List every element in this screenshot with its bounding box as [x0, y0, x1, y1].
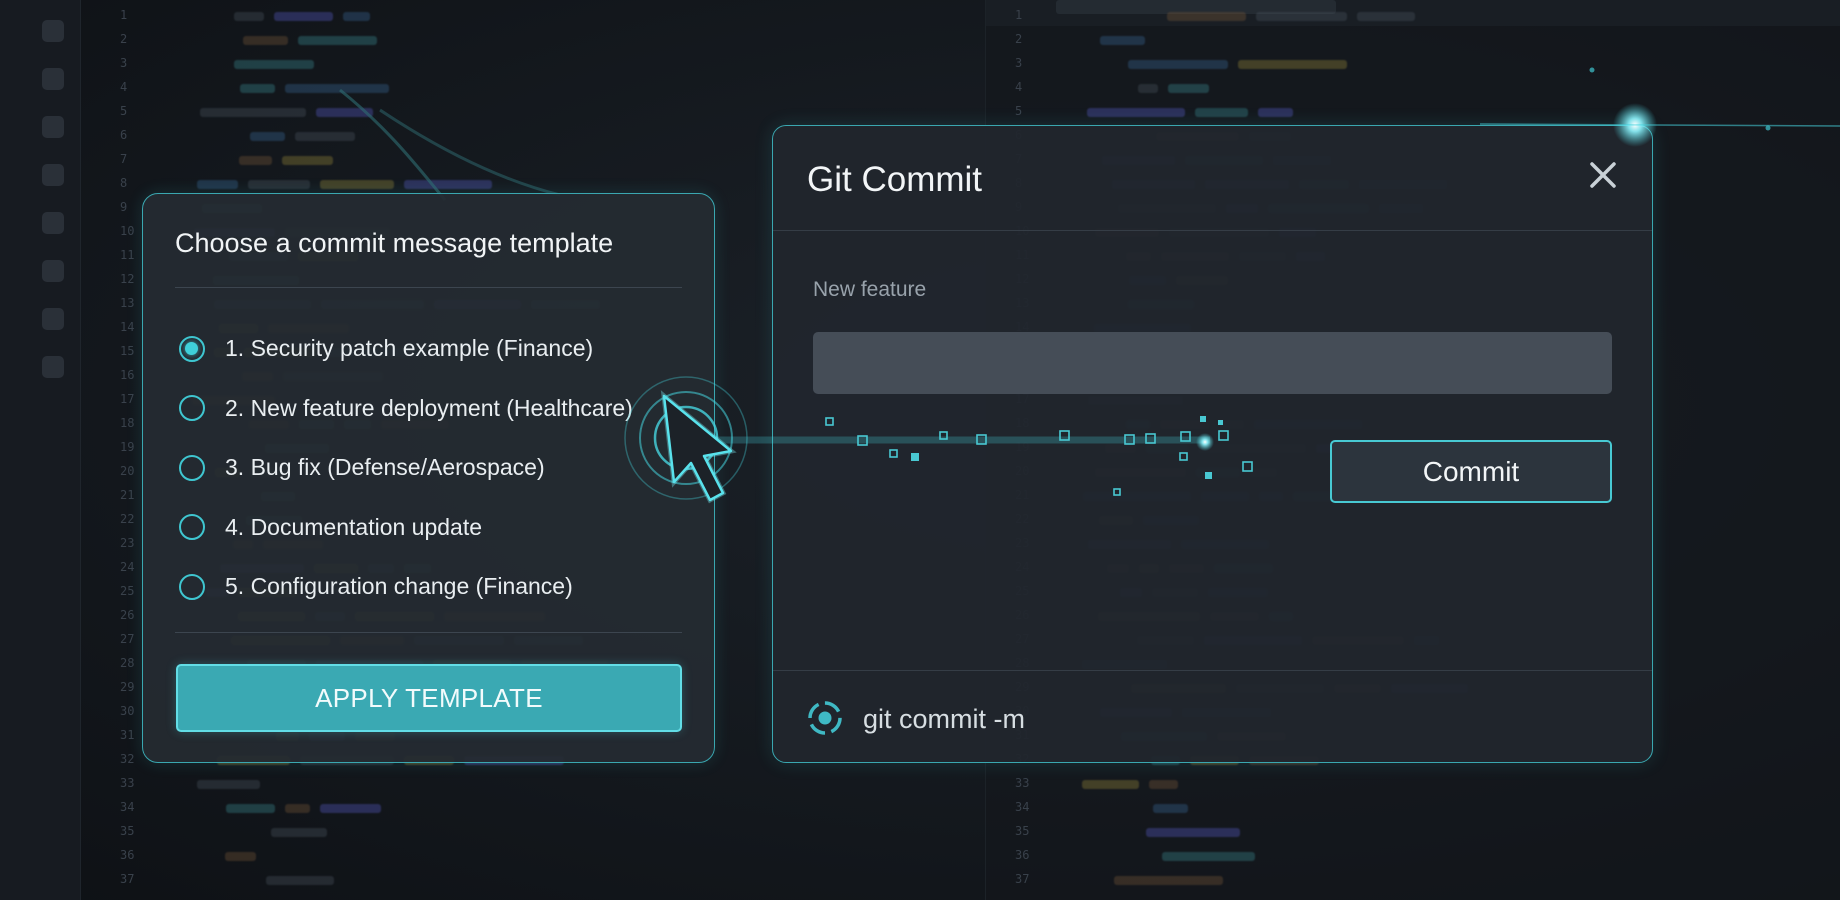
template-option-label: 2. New feature deployment (Healthcare)	[225, 394, 633, 421]
code-line-placeholder	[1100, 36, 1145, 45]
code-line-placeholder	[1146, 828, 1240, 837]
commit-message-input[interactable]	[813, 332, 1612, 394]
code-line-placeholder	[271, 828, 327, 837]
divider	[773, 230, 1652, 231]
template-option-4[interactable]: 4. Documentation update	[179, 498, 689, 558]
template-option-label: 5. Configuration change (Finance)	[225, 573, 573, 600]
template-option-label: 4. Documentation update	[225, 513, 483, 540]
divider	[175, 632, 682, 633]
template-option-label: 1. Security patch example (Finance)	[225, 335, 594, 362]
extensions-icon	[42, 212, 64, 234]
code-line-placeholder	[1087, 108, 1185, 117]
source-control-icon	[42, 116, 64, 138]
dialog-title: Git Commit	[807, 160, 982, 199]
radio-button[interactable]	[179, 395, 205, 422]
code-line-placeholder	[225, 852, 256, 861]
code-line-placeholder	[316, 108, 373, 117]
commit-button[interactable]: Commit	[1330, 440, 1612, 503]
git-commit-dialog: Git Commit New feature Commit git commit…	[772, 125, 1653, 763]
code-line-placeholder	[240, 84, 275, 93]
code-line-placeholder	[1162, 852, 1255, 861]
template-option-3[interactable]: 3. Bug fix (Defense/Aerospace)	[179, 438, 689, 498]
code-line-placeholder	[320, 180, 394, 189]
account-icon	[42, 308, 64, 330]
code-line-placeholder	[250, 132, 285, 141]
code-line-placeholder	[234, 60, 314, 69]
commit-message-label: New feature	[813, 278, 927, 301]
code-line-placeholder	[285, 804, 310, 813]
terminal-icon	[42, 356, 64, 378]
close-icon	[1590, 162, 1616, 188]
radio-button[interactable]	[179, 573, 205, 600]
debug-icon	[42, 164, 64, 186]
radio-button-selected[interactable]	[179, 335, 205, 362]
code-line-placeholder	[197, 780, 260, 789]
code-line-placeholder	[1114, 876, 1223, 885]
footer-command-text: git commit -m	[863, 704, 1025, 734]
template-option-list: 1. Security patch example (Finance) 2. N…	[179, 319, 689, 617]
code-line-placeholder	[298, 36, 377, 45]
radio-button[interactable]	[179, 514, 205, 541]
code-line-placeholder	[295, 132, 355, 141]
apply-template-button[interactable]: APPLY TEMPLATE	[176, 664, 682, 732]
code-line-placeholder	[197, 180, 238, 189]
code-line-placeholder	[1238, 60, 1347, 69]
code-line-placeholder	[1153, 804, 1188, 813]
code-line-placeholder	[1258, 108, 1293, 117]
code-line-placeholder	[1138, 84, 1158, 93]
code-line-placeholder	[239, 156, 272, 165]
git-icon	[808, 701, 842, 735]
code-line-placeholder	[274, 12, 333, 21]
commit-template-panel: Choose a commit message template 1. Secu…	[142, 193, 715, 763]
code-line-placeholder	[248, 180, 310, 189]
settings-icon	[42, 260, 64, 282]
code-line-placeholder	[226, 804, 275, 813]
code-line-placeholder	[343, 12, 370, 21]
explorer-icon	[42, 20, 64, 42]
divider	[175, 287, 682, 288]
code-line-placeholder	[1256, 12, 1347, 21]
code-line-placeholder	[266, 876, 334, 885]
code-line-placeholder	[1167, 12, 1246, 21]
code-line-placeholder	[404, 180, 492, 189]
code-line-placeholder	[243, 36, 288, 45]
radio-button[interactable]	[179, 454, 205, 481]
divider	[773, 670, 1652, 671]
code-line-placeholder	[1082, 780, 1139, 789]
activity-bar	[0, 0, 81, 900]
template-option-2[interactable]: 2. New feature deployment (Healthcare)	[179, 379, 689, 439]
code-line-placeholder	[285, 84, 389, 93]
template-panel-title: Choose a commit message template	[175, 228, 614, 258]
template-option-label: 3. Bug fix (Defense/Aerospace)	[225, 454, 545, 481]
code-line-placeholder	[200, 108, 306, 117]
code-line-placeholder	[1128, 60, 1228, 69]
code-line-placeholder	[1195, 108, 1248, 117]
code-line-placeholder	[282, 156, 333, 165]
template-option-1[interactable]: 1. Security patch example (Finance)	[179, 319, 689, 379]
code-line-placeholder	[234, 12, 264, 21]
code-line-placeholder	[1357, 12, 1415, 21]
code-line-placeholder	[320, 804, 381, 813]
search-icon	[42, 68, 64, 90]
close-button[interactable]	[1586, 158, 1620, 192]
code-line-placeholder	[1149, 780, 1178, 789]
code-line-placeholder	[1168, 84, 1209, 93]
template-option-5[interactable]: 5. Configuration change (Finance)	[179, 557, 689, 617]
